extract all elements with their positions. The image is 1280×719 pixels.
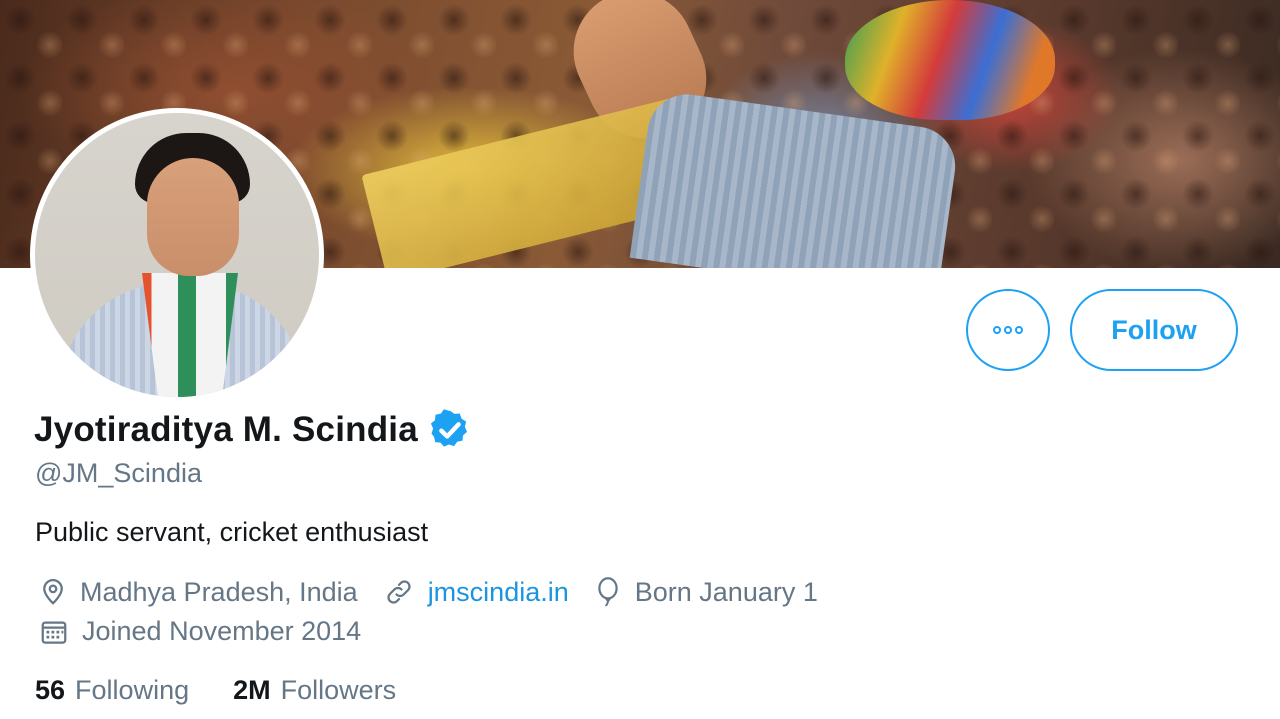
link-icon bbox=[387, 580, 411, 604]
avatar-face bbox=[147, 158, 239, 276]
avatar[interactable] bbox=[30, 108, 324, 402]
website-link[interactable]: jmscindia.in bbox=[428, 577, 569, 608]
more-options-button[interactable] bbox=[966, 289, 1050, 371]
verified-badge-icon bbox=[430, 409, 467, 447]
followers-count: 2M bbox=[233, 675, 271, 705]
location-item: Madhya Pradesh, India bbox=[38, 577, 358, 608]
profile-handle: @JM_Scindia bbox=[35, 458, 202, 488]
banner-turban bbox=[845, 0, 1055, 120]
following-label: Following bbox=[75, 675, 190, 705]
followers-label: Followers bbox=[280, 675, 397, 705]
profile-bio: Public servant, cricket enthusiast bbox=[35, 517, 429, 547]
more-icon bbox=[993, 326, 1023, 334]
balloon-icon bbox=[598, 577, 618, 607]
following-count: 56 bbox=[35, 675, 66, 705]
avatar-photo bbox=[35, 113, 319, 397]
website-item[interactable]: jmscindia.in bbox=[382, 577, 569, 608]
joined-item: Joined November 2014 bbox=[38, 616, 361, 647]
profile-meta: Madhya Pradesh, India jmscindia.in Born … bbox=[38, 576, 842, 608]
birthday-item: Born January 1 bbox=[593, 576, 818, 608]
follow-button[interactable]: Follow bbox=[1070, 289, 1238, 371]
joined-text: Joined November 2014 bbox=[82, 616, 362, 646]
followers-stat[interactable]: 2M Followers bbox=[233, 675, 396, 706]
profile-stats: 56 Following 2M Followers bbox=[35, 675, 440, 706]
calendar-icon bbox=[41, 621, 67, 644]
birthday-text: Born January 1 bbox=[634, 576, 818, 607]
location-pin-icon bbox=[43, 579, 63, 605]
following-stat[interactable]: 56 Following bbox=[35, 675, 189, 706]
location-text: Madhya Pradesh, India bbox=[80, 576, 358, 607]
profile-name-row: Jyotiraditya M. Scindia bbox=[34, 408, 472, 452]
profile-name: Jyotiraditya M. Scindia bbox=[34, 410, 418, 449]
